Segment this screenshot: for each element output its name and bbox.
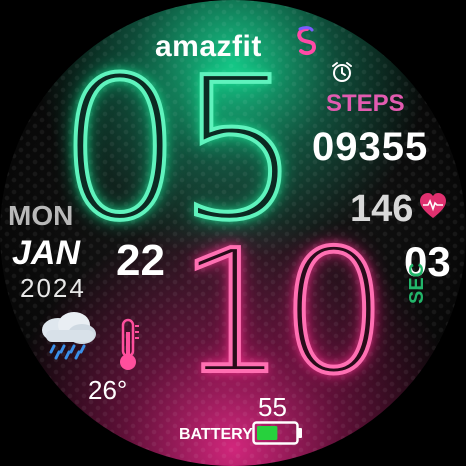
watch-face: amazfit 05 STEPS 09355 146 MON JAN 22 20… (0, 0, 466, 466)
rain-cloud-icon[interactable] (36, 308, 100, 360)
seconds-label: SEC (406, 262, 428, 304)
weekday: MON (8, 200, 74, 231)
brand-logo-icon (297, 26, 317, 56)
battery-level-fill (257, 426, 278, 440)
steps-label: STEPS (326, 90, 405, 117)
heart-icon[interactable] (418, 191, 448, 221)
alarm-clock-icon[interactable] (330, 60, 354, 84)
thermometer-icon (120, 318, 139, 370)
year: 2024 (20, 273, 86, 303)
battery-icon[interactable] (252, 420, 304, 446)
minute-display: 10 (176, 214, 390, 412)
day-of-month: 22 (116, 236, 165, 285)
month: JAN (12, 234, 81, 272)
temperature-value: 26° (88, 375, 128, 405)
battery-label: BATTERY (179, 426, 253, 443)
steps-value[interactable]: 09355 (312, 125, 428, 170)
battery-value: 55 (258, 392, 287, 422)
